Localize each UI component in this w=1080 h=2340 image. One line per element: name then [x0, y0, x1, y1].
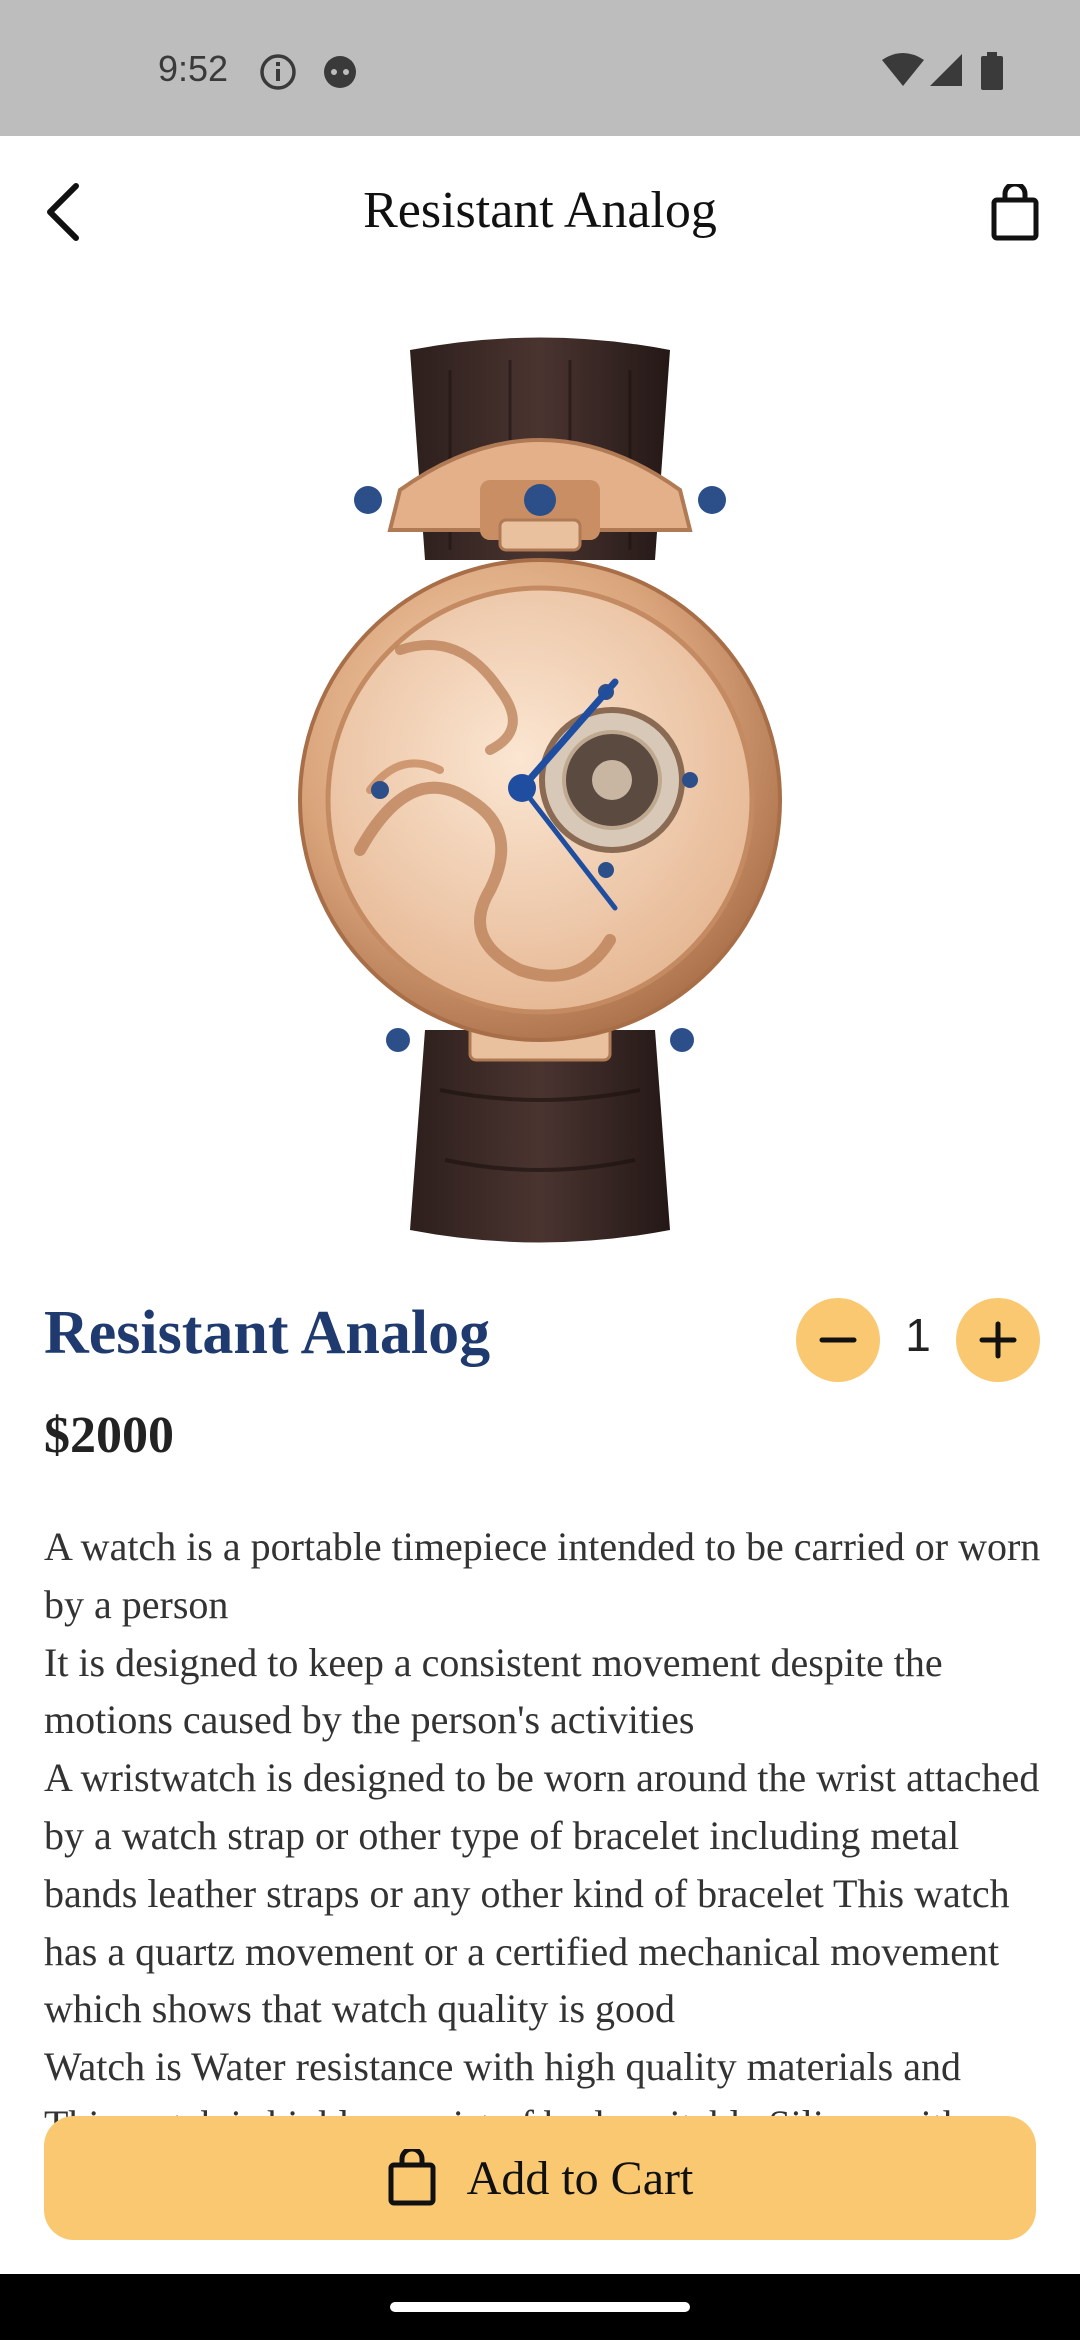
quantity-value: 1	[905, 1309, 931, 1361]
minus-icon	[819, 1337, 857, 1343]
assistant-icon	[320, 52, 360, 97]
info-icon	[258, 52, 298, 97]
home-gesture-handle[interactable]	[390, 2302, 690, 2312]
product-price: $2000	[44, 1407, 174, 1464]
cart-button[interactable]	[980, 178, 1050, 248]
plus-icon	[979, 1321, 1017, 1359]
product-header: Resistant Analog 1	[44, 1290, 1044, 1390]
wifi-icon	[880, 52, 926, 93]
app-bar: Resistant Analog	[0, 136, 1080, 286]
increase-quantity-button[interactable]	[956, 1298, 1040, 1382]
add-to-cart-label: Add to Cart	[466, 2151, 694, 2205]
status-bar: 9:52	[0, 0, 1080, 136]
status-time: 9:52	[158, 48, 229, 89]
page-title: Resistant Analog	[363, 182, 717, 239]
decrease-quantity-button[interactable]	[796, 1298, 880, 1382]
product-image	[250, 330, 830, 1250]
battery-icon	[980, 52, 1004, 95]
add-to-cart-button[interactable]: Add to Cart	[44, 2116, 1036, 2240]
shopping-bag-icon	[991, 184, 1039, 241]
product-name: Resistant Analog	[44, 1299, 491, 1367]
cellular-signal-icon	[928, 52, 964, 93]
shopping-bag-icon	[388, 2149, 436, 2206]
